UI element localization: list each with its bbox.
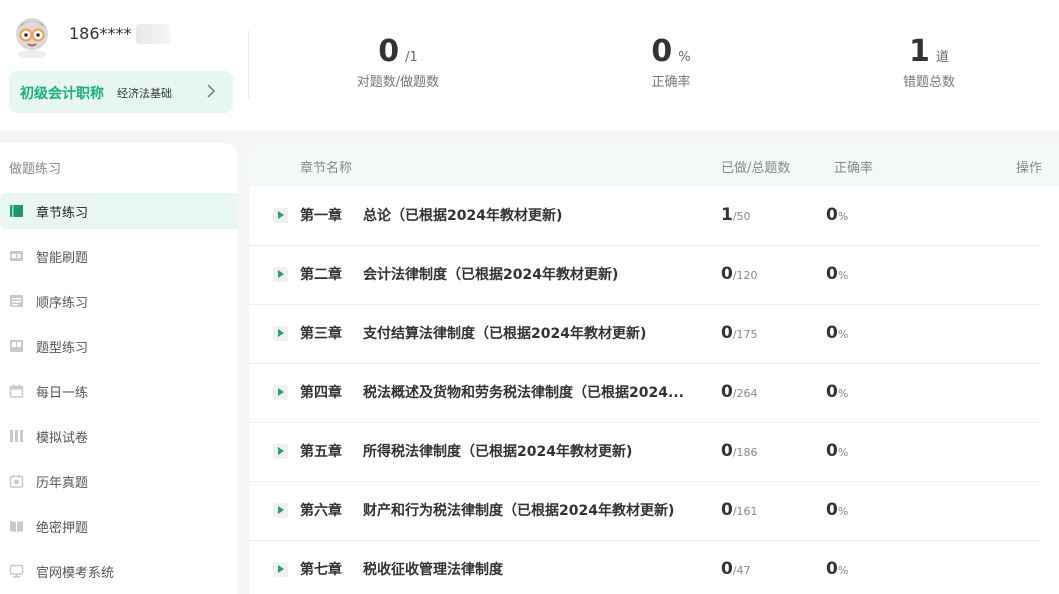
sidebar: 做题练习 章节练习 智能刷题 顺序练习 题型练习 每日一练 模拟试卷 历年真题 … [0, 143, 238, 594]
sidebar-item-daily-practice[interactable]: 每日一练 [0, 373, 238, 409]
sidebar-item-label: 章节练习 [36, 205, 89, 221]
smart-practice-icon [10, 251, 23, 261]
chapter-title[interactable]: 总论（已根据2024年教材更新) [363, 205, 703, 225]
question-type-icon [10, 340, 23, 352]
done-count: 0/186 [721, 441, 758, 461]
sidebar-item-chapter-practice[interactable]: 章节练习 [0, 193, 238, 229]
monitor-icon [9, 564, 24, 578]
chapter-title[interactable]: 会计法律制度（已根据2024年教材更新) [363, 264, 703, 284]
sidebar-heading: 做题练习 [9, 162, 62, 177]
chapter-title[interactable]: 所得税法律制度（已根据2024年教材更新) [363, 441, 703, 461]
stat-unit: /1 [405, 50, 418, 65]
sidebar-item-question-type[interactable]: 题型练习 [0, 328, 238, 364]
sidebar-item-label: 模拟试卷 [36, 430, 89, 446]
sidebar-item-past-exams[interactable]: 历年真题 [0, 463, 238, 499]
expand-play-icon[interactable] [273, 326, 288, 341]
header-accuracy: 正确率 [834, 161, 874, 176]
sidebar-item-label: 题型练习 [36, 340, 89, 356]
chevron-right-icon [207, 84, 216, 98]
table-row[interactable]: 第七章 税收征收管理法律制度 0/47 0% [249, 541, 1041, 594]
expand-play-icon[interactable] [273, 385, 288, 400]
chapter-title[interactable]: 税法概述及货物和劳务税法律制度（已根据2024... [363, 382, 703, 402]
chapter-table: 章节名称 已做/总题数 正确率 操作 第一章 总论（已根据2024年教材更新) … [249, 143, 1059, 594]
sidebar-item-label: 绝密押题 [36, 520, 89, 536]
accuracy-value: 0% [826, 559, 849, 579]
table-row[interactable]: 第一章 总论（已根据2024年教材更新) 1/50 0% [249, 187, 1041, 246]
secret-book-icon [10, 521, 23, 532]
chapter-title[interactable]: 税收征收管理法律制度 [363, 559, 703, 579]
accuracy-value: 0% [826, 441, 849, 461]
sidebar-item-label: 官网模考系统 [36, 565, 115, 581]
stat-unit: 道 [935, 50, 949, 65]
expand-play-icon[interactable] [273, 562, 288, 577]
done-count: 0/175 [721, 323, 758, 343]
table-row[interactable]: 第五章 所得税法律制度（已根据2024年教材更新) 0/186 0% [249, 423, 1041, 482]
header-progress: 已做/总题数 [721, 161, 791, 176]
done-count: 0/264 [721, 382, 758, 402]
table-row[interactable]: 第三章 支付结算法律制度（已根据2024年教材更新) 0/175 0% [249, 305, 1041, 364]
chapter-number: 第六章 [300, 503, 342, 519]
accuracy-value: 0% [826, 323, 849, 343]
table-header: 章节名称 已做/总题数 正确率 操作 [249, 143, 1059, 187]
header-chapter-name: 章节名称 [300, 161, 353, 176]
course-selector[interactable]: 初级会计职称 经济法基础 [9, 71, 233, 113]
chapter-number: 第五章 [300, 444, 342, 460]
chapter-number: 第七章 [300, 562, 342, 578]
header-action: 操作 [1016, 161, 1043, 176]
sidebar-item-sequential-practice[interactable]: 顺序练习 [0, 283, 238, 319]
sidebar-item-label: 智能刷题 [36, 250, 89, 266]
stat-wrong-total[interactable]: 1道 错题总数 [889, 34, 969, 90]
calendar-icon [9, 384, 24, 398]
accuracy-value: 0% [826, 205, 849, 225]
chapter-number: 第三章 [300, 326, 342, 342]
avatar [16, 18, 48, 58]
table-row[interactable]: 第二章 会计法律制度（已根据2024年教材更新) 0/120 0% [249, 246, 1041, 305]
expand-play-icon[interactable] [273, 444, 288, 459]
chapter-number: 第四章 [300, 385, 342, 401]
done-count: 0/120 [721, 264, 758, 284]
chapter-number: 第二章 [300, 267, 342, 283]
stat-correct-done: 0/1 对题数/做题数 [344, 34, 452, 90]
sidebar-item-label: 历年真题 [36, 475, 89, 491]
done-count: 1/50 [721, 205, 751, 225]
expand-play-icon[interactable] [273, 208, 288, 223]
stat-value: 0 [651, 34, 673, 69]
sidebar-item-smart-practice[interactable]: 智能刷题 [0, 238, 238, 274]
sidebar-item-label: 每日一练 [36, 385, 89, 401]
past-exam-icon [9, 474, 24, 488]
exam-paper-icon [10, 430, 23, 442]
list-icon [10, 295, 23, 307]
chapter-title[interactable]: 财产和行为税法律制度（已根据2024年教材更新) [363, 500, 703, 520]
accuracy-value: 0% [826, 382, 849, 402]
stat-label: 错题总数 [902, 75, 955, 90]
done-count: 0/161 [721, 500, 758, 520]
masked-phone-digits [136, 24, 170, 44]
stat-accuracy: 0% 正确率 [631, 34, 711, 90]
table-row[interactable]: 第六章 财产和行为税法律制度（已根据2024年教材更新) 0/161 0% [249, 482, 1041, 541]
stat-value: 1 [909, 34, 930, 69]
chapter-title[interactable]: 支付结算法律制度（已根据2024年教材更新) [363, 323, 703, 343]
sidebar-item-official-mock-system[interactable]: 官网模考系统 [0, 553, 238, 589]
divider [248, 30, 249, 100]
table-row[interactable]: 第四章 税法概述及货物和劳务税法律制度（已根据2024... 0/264 0% [249, 364, 1041, 423]
course-title: 初级会计职称 [20, 86, 104, 102]
stat-label: 正确率 [651, 75, 691, 90]
chapter-number: 第一章 [300, 208, 342, 224]
stat-unit: % [678, 50, 691, 65]
expand-play-icon[interactable] [273, 503, 288, 518]
user-phone: 186**** [69, 24, 132, 43]
sidebar-item-mock-exam[interactable]: 模拟试卷 [0, 418, 238, 454]
sidebar-item-secret-questions[interactable]: 绝密押题 [0, 508, 238, 544]
accuracy-value: 0% [826, 264, 849, 284]
done-count: 0/47 [721, 559, 751, 579]
stat-value: 0 [378, 34, 400, 69]
accuracy-value: 0% [826, 500, 849, 520]
sidebar-item-label: 顺序练习 [36, 295, 89, 311]
expand-play-icon[interactable] [273, 267, 288, 282]
course-subject: 经济法基础 [117, 87, 172, 100]
stat-label: 对题数/做题数 [356, 75, 440, 90]
summary-panel: 186**** 初级会计职称 经济法基础 0/1 对题数/做题数 0% 正确率 … [0, 0, 1059, 131]
book-icon [10, 205, 23, 217]
